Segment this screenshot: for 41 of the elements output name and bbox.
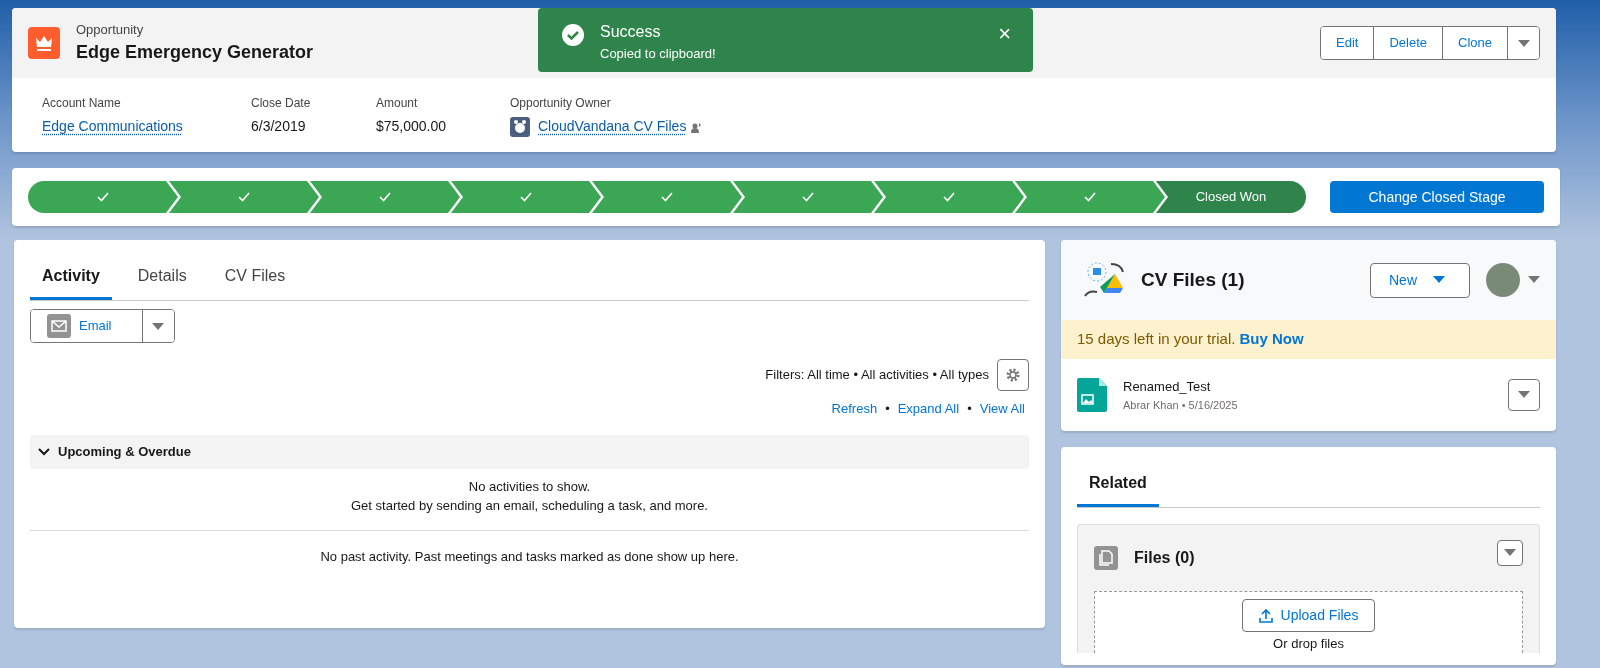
action-link[interactable]: Refresh bbox=[831, 399, 878, 419]
field-label: Opportunity Owner bbox=[510, 95, 612, 112]
field-label: Account Name bbox=[42, 95, 122, 112]
separator: • bbox=[967, 400, 972, 418]
toast-title: Success bbox=[600, 22, 662, 42]
buy-now-link[interactable]: Buy Now bbox=[1239, 328, 1304, 351]
tab[interactable]: Related bbox=[1077, 463, 1159, 507]
toast-message: Copied to clipboard! bbox=[600, 45, 716, 63]
file-name[interactable]: Renamed_Test bbox=[1123, 377, 1238, 397]
empty-message: Get started by sending an email, scheduling a task, and more. bbox=[350, 497, 709, 515]
field-label: Amount bbox=[376, 95, 419, 112]
new-button[interactable]: New bbox=[1370, 262, 1470, 298]
action-button[interactable]: Edit bbox=[1321, 27, 1374, 59]
action-button[interactable]: Clone bbox=[1442, 27, 1507, 59]
current-stage[interactable]: Closed Won bbox=[1156, 181, 1306, 213]
action-button[interactable]: Delete bbox=[1373, 27, 1443, 59]
file-meta: Abrar Khan • 5/16/2025 bbox=[1123, 397, 1238, 413]
action-link[interactable]: View All bbox=[979, 399, 1025, 419]
tab[interactable]: Activity bbox=[30, 256, 112, 300]
empty-message: No activities to show. bbox=[467, 477, 592, 496]
tab[interactable]: Details bbox=[125, 256, 199, 300]
close-button[interactable]: × bbox=[992, 22, 1017, 46]
cv-files-title: CV Files (1) bbox=[1141, 267, 1245, 292]
object-type: Opportunity bbox=[76, 20, 145, 39]
files-title: Files (0) bbox=[1134, 548, 1195, 568]
upload-files-button[interactable]: Upload Files bbox=[1241, 599, 1376, 632]
account-link[interactable]: Edge Communications bbox=[42, 116, 183, 137]
drop-files-text: Or drop files bbox=[1272, 636, 1345, 651]
section-title: Upcoming & Overdue bbox=[58, 442, 191, 461]
field-label: Close Date bbox=[251, 95, 312, 112]
past-activity-text: No past activity. Past meetings and tasks marked as done show up here. bbox=[319, 547, 740, 566]
action-link[interactable]: Expand All bbox=[897, 399, 960, 419]
separator: • bbox=[885, 400, 890, 418]
change-closed-stage-button[interactable]: Change Closed Stage bbox=[1330, 181, 1544, 213]
tab[interactable]: CV Files bbox=[212, 256, 298, 300]
field-value: 6/3/2019 bbox=[251, 117, 306, 136]
filters-text: Filters: All time • All activities • All types bbox=[765, 366, 989, 385]
field-value: $75,000.00 bbox=[376, 117, 447, 136]
record-title: Edge Emergency Generator bbox=[76, 41, 314, 65]
owner-link[interactable]: CloudVandana CV Files bbox=[538, 116, 687, 137]
trial-text: 15 days left in your trial. bbox=[1077, 329, 1236, 350]
